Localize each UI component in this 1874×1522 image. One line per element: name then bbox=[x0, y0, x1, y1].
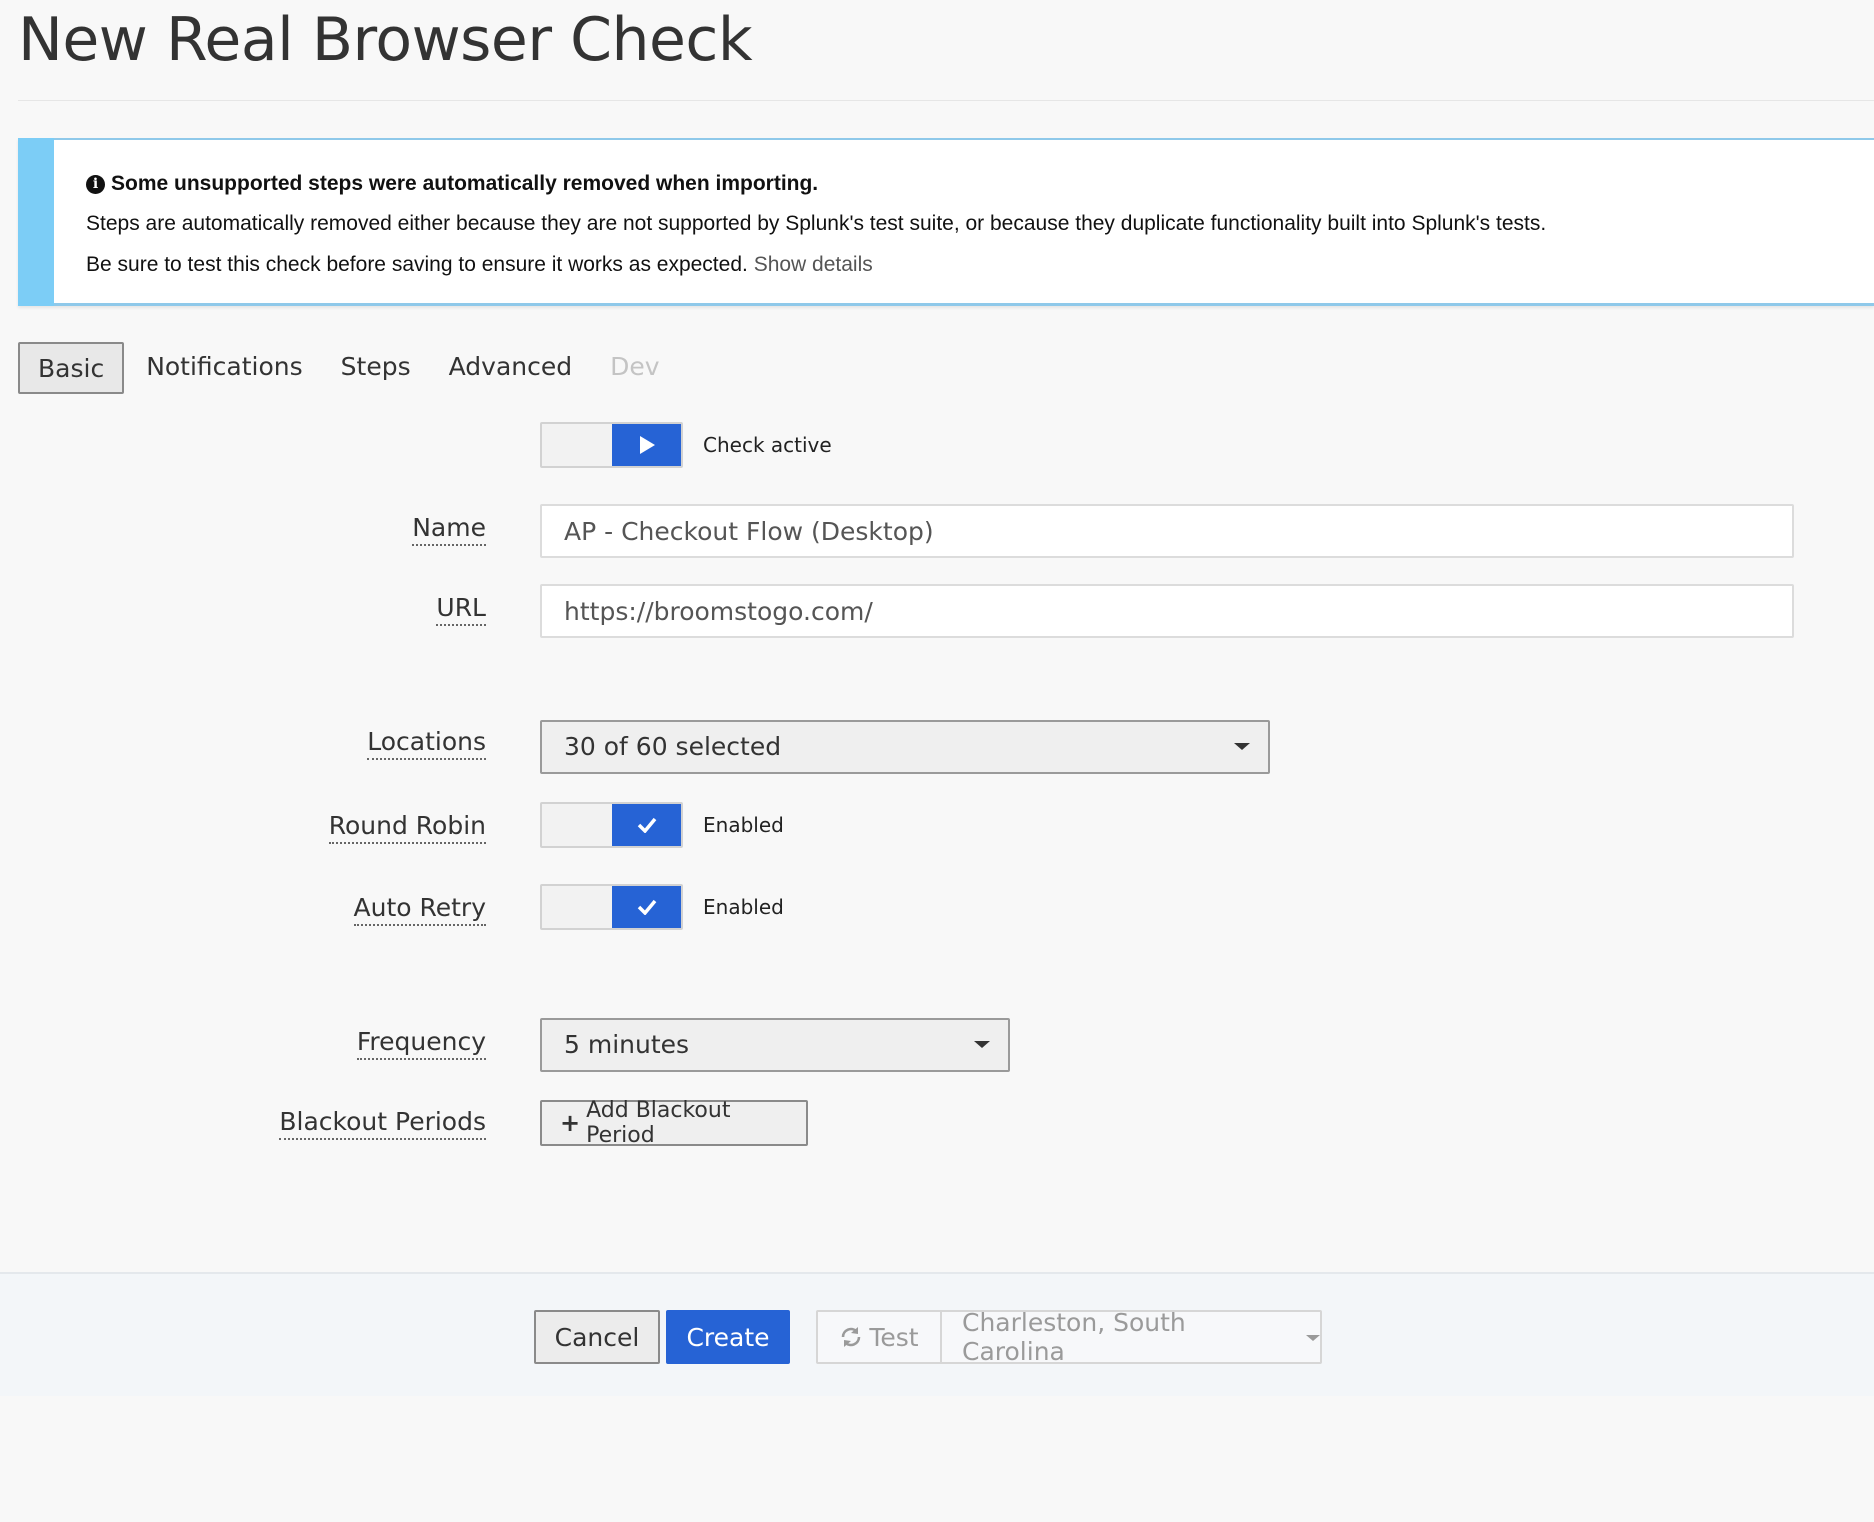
round-robin-toggle[interactable] bbox=[540, 802, 683, 848]
info-circle-icon: i bbox=[86, 174, 105, 194]
import-alert: i Some unsupported steps were automatica… bbox=[18, 138, 1874, 306]
tab-basic[interactable]: Basic bbox=[18, 342, 125, 394]
alert-heading-text: Some unsupported steps were automaticall… bbox=[111, 172, 819, 195]
chevron-down-icon bbox=[974, 1041, 990, 1048]
add-blackout-period-button[interactable]: + Add Blackout Period bbox=[540, 1098, 808, 1148]
frequency-value: 5 minutes bbox=[564, 1030, 690, 1059]
locations-label: Locations bbox=[367, 726, 486, 760]
frequency-label: Frequency bbox=[356, 1026, 486, 1060]
check-active-knob bbox=[612, 424, 681, 466]
auto-retry-knob bbox=[612, 886, 681, 928]
page-title: New Real Browser Check bbox=[18, 5, 753, 75]
round-robin-label: Round Robin bbox=[328, 810, 486, 844]
show-details-link[interactable]: Show details bbox=[754, 253, 873, 276]
url-input[interactable] bbox=[540, 584, 1794, 638]
locations-value: 30 of 60 selected bbox=[564, 732, 782, 761]
check-icon bbox=[637, 899, 656, 915]
add-blackout-period-label: Add Blackout Period bbox=[586, 1098, 731, 1148]
auto-retry-label: Auto Retry bbox=[353, 892, 486, 926]
check-active-toggle[interactable] bbox=[540, 422, 683, 468]
alert-heading: i Some unsupported steps were automatica… bbox=[86, 170, 1854, 198]
alert-line-2: Be sure to test this check before saving… bbox=[86, 251, 1854, 279]
plus-icon: + bbox=[560, 1109, 581, 1137]
chevron-down-icon bbox=[1306, 1335, 1320, 1341]
check-icon bbox=[637, 817, 656, 833]
alert-line-1: Steps are automatically removed either b… bbox=[86, 212, 1547, 235]
frequency-select[interactable]: 5 minutes bbox=[540, 1018, 1010, 1072]
tab-bar: Basic Notifications Steps Advanced Dev bbox=[18, 342, 679, 394]
form-footer: Cancel Create Test Charleston, South Car… bbox=[0, 1272, 1874, 1396]
blackout-periods-label: Blackout Periods bbox=[279, 1106, 486, 1140]
tab-steps[interactable]: Steps bbox=[322, 342, 430, 394]
name-label: Name bbox=[412, 512, 486, 546]
auto-retry-state: Enabled bbox=[703, 895, 784, 919]
tab-notifications[interactable]: Notifications bbox=[127, 342, 321, 394]
auto-retry-toggle[interactable] bbox=[540, 884, 683, 930]
round-robin-state: Enabled bbox=[703, 813, 784, 837]
check-active-label: Check active bbox=[703, 433, 832, 457]
alert-accent-bar bbox=[18, 138, 54, 306]
refresh-icon bbox=[842, 1327, 861, 1347]
title-divider bbox=[18, 100, 1874, 101]
tab-dev: Dev bbox=[610, 352, 660, 381]
url-label: URL bbox=[436, 592, 486, 626]
play-icon bbox=[639, 436, 655, 454]
cancel-button[interactable]: Cancel bbox=[534, 1310, 660, 1364]
chevron-down-icon bbox=[1234, 743, 1250, 750]
locations-select[interactable]: 30 of 60 selected bbox=[540, 720, 1270, 774]
test-button-group: Test Charleston, South Carolina bbox=[816, 1308, 1322, 1366]
alert-content: i Some unsupported steps were automatica… bbox=[86, 170, 1854, 279]
alert-line-2-text: Be sure to test this check before saving… bbox=[86, 253, 748, 276]
tab-advanced[interactable]: Advanced bbox=[430, 342, 592, 394]
test-location-select[interactable]: Charleston, South Carolina bbox=[942, 1308, 1320, 1366]
test-button-label: Test bbox=[869, 1322, 919, 1352]
create-button[interactable]: Create bbox=[666, 1310, 790, 1364]
test-button[interactable]: Test bbox=[818, 1312, 942, 1362]
round-robin-knob bbox=[612, 804, 681, 846]
test-location-value: Charleston, South Carolina bbox=[962, 1308, 1186, 1366]
name-input[interactable] bbox=[540, 504, 1794, 558]
